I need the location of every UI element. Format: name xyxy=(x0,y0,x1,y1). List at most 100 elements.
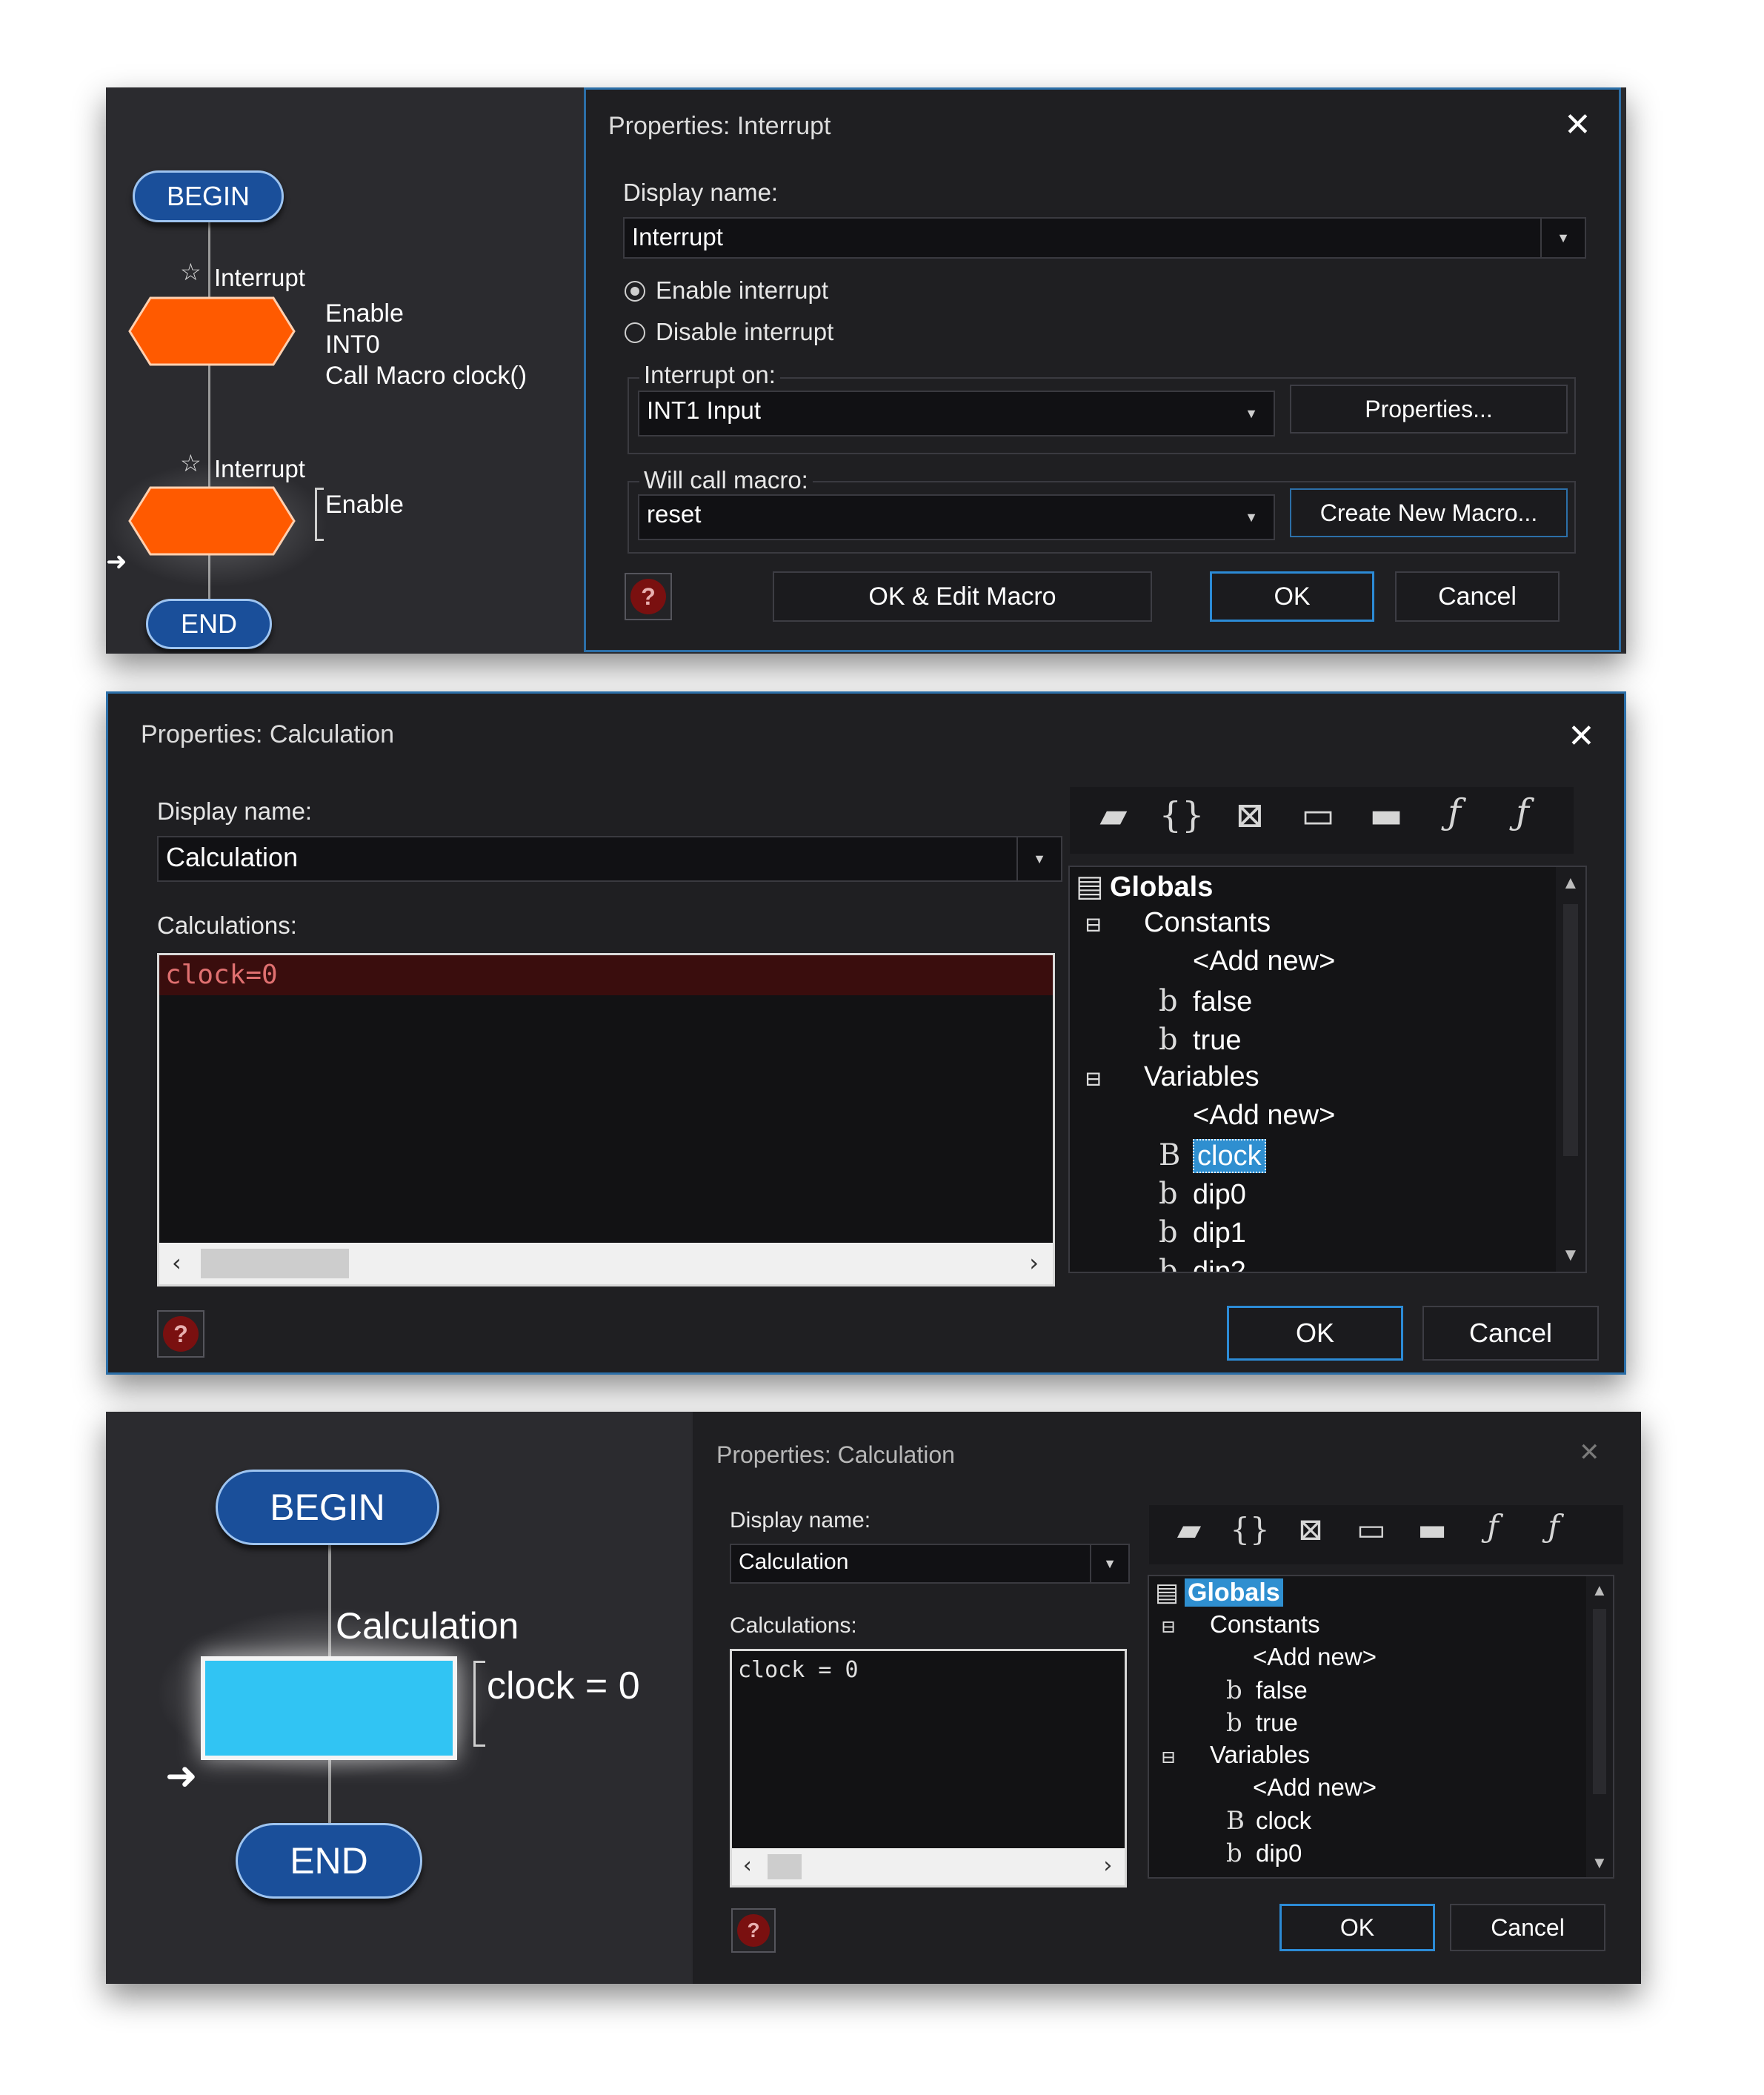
chevron-down-icon[interactable]: ▼ xyxy=(1229,496,1274,539)
end-terminal[interactable]: END xyxy=(236,1823,422,1899)
code-line[interactable]: clock = 0 xyxy=(738,1657,859,1683)
tree-constants-label: Constants xyxy=(1210,1610,1320,1638)
horizontal-scrollbar[interactable]: ‹ › xyxy=(732,1848,1125,1885)
chevron-down-icon[interactable]: ▼ xyxy=(1090,1545,1128,1582)
scroll-up-icon[interactable]: ▲ xyxy=(1562,873,1580,894)
create-macro-button[interactable]: Create New Macro... xyxy=(1290,488,1568,537)
string-function-icon[interactable]: ƒ xyxy=(1530,1508,1577,1544)
properties-button[interactable]: Properties... xyxy=(1290,385,1568,434)
scroll-right-icon[interactable]: › xyxy=(1027,1249,1041,1277)
variable-brace-icon[interactable]: {} xyxy=(1226,1511,1274,1547)
will-call-select[interactable]: reset ▼ xyxy=(638,494,1275,540)
scroll-left-icon[interactable]: ‹ xyxy=(170,1249,184,1277)
function-icon[interactable]: ƒ xyxy=(1428,791,1480,833)
scroll-right-icon[interactable]: › xyxy=(1101,1853,1114,1879)
ok-button[interactable]: OK xyxy=(1279,1904,1435,1951)
scroll-thumb[interactable] xyxy=(1593,1609,1606,1794)
interrupt-dialog: Properties: Interrupt ✕ Display name: In… xyxy=(584,87,1621,652)
tree-constants[interactable]: ⊟ Constants xyxy=(1161,1610,1320,1639)
expression-box-icon[interactable]: ⊠ xyxy=(1224,794,1276,836)
cancel-button[interactable]: Cancel xyxy=(1450,1904,1605,1951)
bool-icon: b xyxy=(1159,1023,1178,1057)
cancel-button[interactable]: Cancel xyxy=(1422,1306,1599,1361)
tree-item-dip2[interactable]: b dip2 xyxy=(1159,1254,1246,1272)
string-function-icon[interactable]: ƒ xyxy=(1497,791,1548,833)
display-name-field[interactable]: Interrupt ▼ xyxy=(623,217,1586,259)
begin-terminal[interactable]: BEGIN xyxy=(133,170,284,222)
expression-box-icon[interactable]: ⊠ xyxy=(1287,1511,1334,1547)
scroll-left-icon[interactable]: ‹ xyxy=(741,1853,754,1879)
tree-variables-label: Variables xyxy=(1210,1741,1311,1768)
calculations-editor[interactable]: clock=0 ‹ › xyxy=(157,953,1055,1286)
collapse-icon[interactable]: ⊟ xyxy=(1161,1747,1210,1767)
enable-radio[interactable] xyxy=(625,281,645,302)
tree-root[interactable]: ▤ Globals xyxy=(1155,1578,1283,1607)
calculation-shape[interactable] xyxy=(201,1656,457,1760)
tree-add-new-constant[interactable]: <Add new> xyxy=(1253,1643,1377,1671)
help-icon[interactable]: ? xyxy=(625,573,672,620)
variable-brace-icon[interactable]: {} xyxy=(1156,794,1208,836)
display-name-field[interactable]: Calculation ▼ xyxy=(157,836,1062,882)
add-new-label: <Add new> xyxy=(1253,1773,1377,1801)
port-out-icon[interactable]: ▬ xyxy=(1360,794,1412,836)
port-in-icon[interactable]: ▭ xyxy=(1348,1511,1395,1547)
function-icon[interactable]: ƒ xyxy=(1469,1508,1517,1544)
tree-item-false[interactable]: b false xyxy=(1159,984,1252,1018)
scroll-thumb[interactable] xyxy=(1563,904,1578,1156)
tree-item-dip0[interactable]: b dip0 xyxy=(1159,1177,1246,1211)
vertical-scrollbar[interactable]: ▲ ▼ xyxy=(1556,867,1585,1272)
interrupt-2-shape[interactable] xyxy=(128,486,296,556)
tree-constants[interactable]: ⊟ Constants xyxy=(1085,907,1271,939)
interrupt-on-select[interactable]: INT1 Input ▼ xyxy=(638,391,1275,436)
ok-button[interactable]: OK xyxy=(1210,571,1374,622)
port-out-icon[interactable]: ▬ xyxy=(1408,1511,1456,1547)
tree-item-dip1[interactable]: b dip1 xyxy=(1159,1215,1246,1249)
cancel-button[interactable]: Cancel xyxy=(1395,571,1560,622)
ok-button[interactable]: OK xyxy=(1227,1306,1403,1361)
chevron-down-icon[interactable]: ▼ xyxy=(1016,837,1061,880)
tree-variables[interactable]: ⊟ Variables xyxy=(1085,1061,1259,1093)
tree-item-clock[interactable]: Bclock xyxy=(1226,1806,1311,1836)
display-name-field[interactable]: Calculation ▼ xyxy=(730,1544,1130,1584)
interrupt-1-shape[interactable] xyxy=(128,296,296,366)
tree-add-new-variable[interactable]: <Add new> xyxy=(1193,1100,1335,1132)
code-line[interactable]: clock=0 xyxy=(165,960,278,990)
close-icon[interactable]: ✕ xyxy=(1564,109,1591,142)
tree-item-true[interactable]: b true xyxy=(1226,1708,1298,1738)
scroll-thumb[interactable] xyxy=(768,1854,802,1879)
scroll-down-icon[interactable]: ▼ xyxy=(1562,1245,1580,1266)
tree-item-clock[interactable]: Bclock xyxy=(1159,1138,1266,1173)
scroll-thumb[interactable] xyxy=(201,1249,349,1278)
begin-terminal[interactable]: BEGIN xyxy=(216,1470,439,1545)
collapse-icon[interactable]: ⊟ xyxy=(1161,1616,1210,1637)
scroll-down-icon[interactable]: ▼ xyxy=(1591,1853,1608,1873)
parallelogram-icon[interactable]: ▰ xyxy=(1088,794,1139,836)
tree-root[interactable]: ▤ Globals xyxy=(1076,869,1213,903)
tree-add-new-constant[interactable]: <Add new> xyxy=(1193,946,1335,977)
close-icon[interactable]: ✕ xyxy=(1568,720,1595,753)
item-label: dip0 xyxy=(1256,1839,1302,1867)
disable-radio[interactable] xyxy=(625,322,645,343)
help-icon[interactable]: ? xyxy=(157,1310,204,1358)
parallelogram-icon[interactable]: ▰ xyxy=(1165,1511,1213,1547)
scroll-up-icon[interactable]: ▲ xyxy=(1591,1581,1608,1600)
calculations-editor[interactable]: clock = 0 ‹ › xyxy=(730,1649,1127,1888)
variables-tree[interactable]: ▤ Globals ⊟ Constants <Add new> b false b tr… xyxy=(1068,866,1587,1273)
end-terminal[interactable]: END xyxy=(146,599,272,649)
tree-item-true[interactable]: b true xyxy=(1159,1023,1241,1057)
close-icon[interactable]: ✕ xyxy=(1579,1440,1600,1465)
tree-add-new-variable[interactable]: <Add new> xyxy=(1253,1773,1377,1802)
collapse-icon[interactable]: ⊟ xyxy=(1085,912,1144,937)
port-in-icon[interactable]: ▭ xyxy=(1292,794,1344,836)
tree-item-false[interactable]: b false xyxy=(1226,1676,1308,1705)
ok-edit-macro-button[interactable]: OK & Edit Macro xyxy=(773,571,1152,622)
tree-variables[interactable]: ⊟ Variables xyxy=(1161,1741,1310,1769)
tree-item-dip0[interactable]: b dip0 xyxy=(1226,1839,1302,1868)
horizontal-scrollbar[interactable]: ‹ › xyxy=(159,1243,1053,1284)
help-icon[interactable]: ? xyxy=(731,1908,776,1953)
collapse-icon[interactable]: ⊟ xyxy=(1085,1066,1144,1091)
variables-tree[interactable]: ▤ Globals ⊟ Constants <Add new> b false b tr… xyxy=(1148,1575,1614,1879)
chevron-down-icon[interactable]: ▼ xyxy=(1540,219,1585,257)
vertical-scrollbar[interactable]: ▲ ▼ xyxy=(1586,1576,1613,1877)
chevron-down-icon[interactable]: ▼ xyxy=(1229,392,1274,435)
